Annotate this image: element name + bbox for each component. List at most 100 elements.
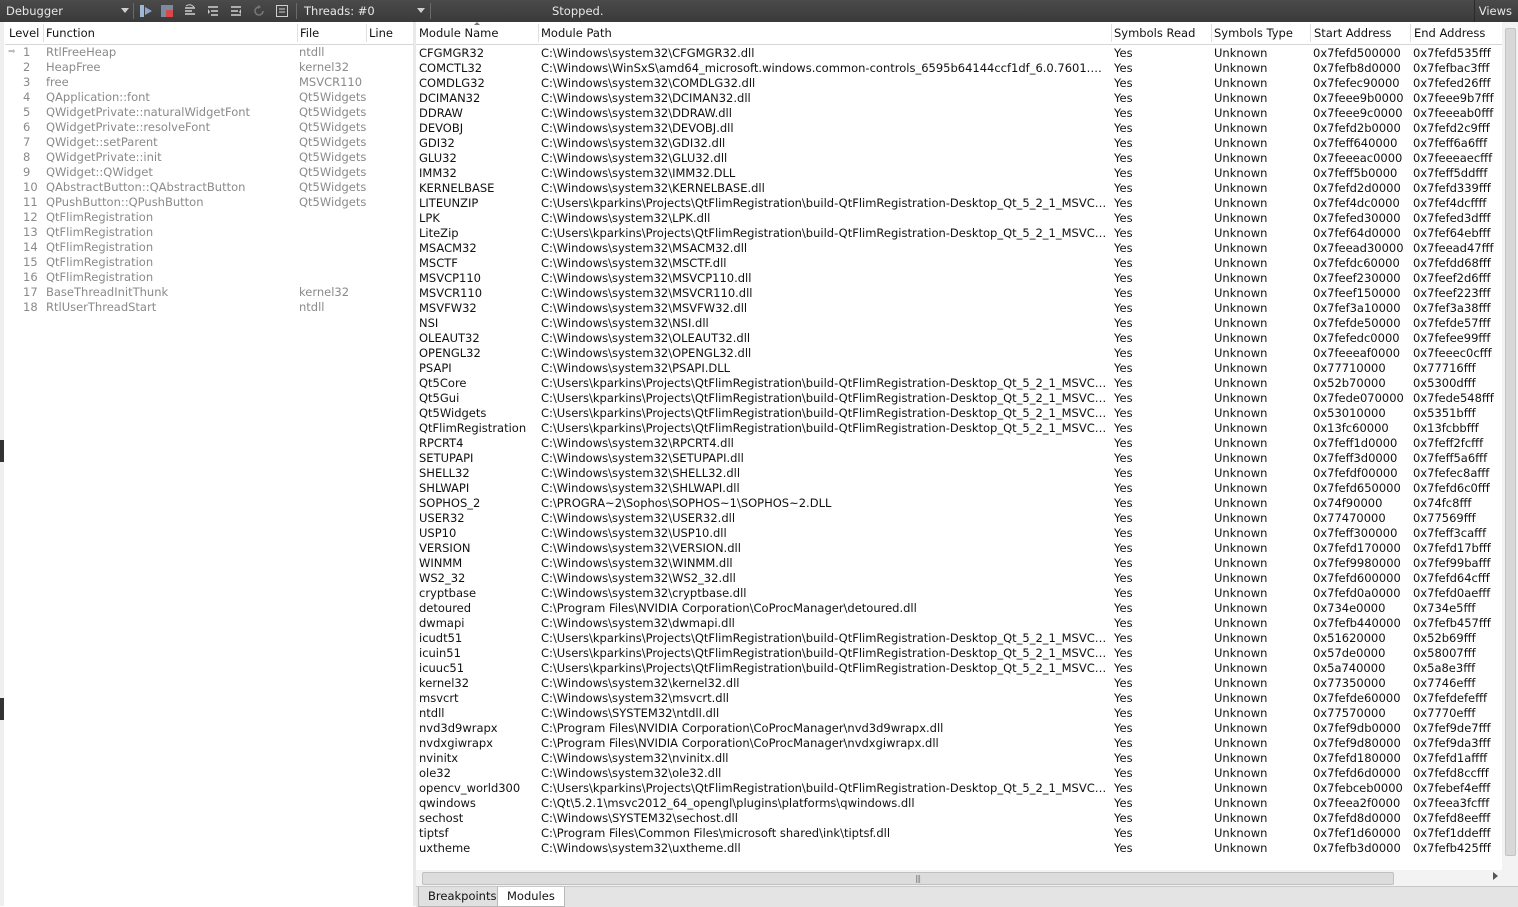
stack-frame-row[interactable]: 4 QApplication::font Qt5Widgets [5,90,413,105]
header-function[interactable]: Function [46,26,95,40]
module-row[interactable]: MSACM32 C:\Windows\system32\MSACM32.dll Ye… [416,241,1502,256]
module-row[interactable]: SOPHOS_2 C:\PROGRA~2\Sophos\SOPHOS~1\SOPH… [416,496,1502,511]
stack-frame-row[interactable]: 5 QWidgetPrivate::naturalWidgetFont Qt5Wid… [5,105,413,120]
module-row[interactable]: DEVOBJ C:\Windows\system32\DEVOBJ.dll Yes U… [416,121,1502,136]
reverse-direction-icon[interactable] [275,4,289,18]
stack-frame-row[interactable]: 7 QWidget::setParent Qt5Widgets [5,135,413,150]
module-row[interactable]: RPCRT4 C:\Windows\system32\RPCRT4.dll Yes U… [416,436,1502,451]
module-row[interactable]: nvinitx C:\Windows\system32\nvinitx.dll Ye… [416,751,1502,766]
header-line[interactable]: Line [369,26,393,40]
module-row[interactable]: USER32 C:\Windows\system32\USER32.dll Yes U… [416,511,1502,526]
module-row[interactable]: nvd3d9wrapx C:\Program Files\NVIDIA Corpo… [416,721,1502,736]
module-row[interactable]: QtFlimRegistration C:\Users\kparkins\Proj… [416,421,1502,436]
header-symbols-type[interactable]: Symbols Type [1214,26,1293,40]
stack-frame-row[interactable]: 11 QPushButton::QPushButton Qt5Widgets [5,195,413,210]
stack-frame-row[interactable]: 17 BaseThreadInitThunk kernel32 [5,285,413,300]
module-row[interactable]: GDI32 C:\Windows\system32\GDI32.dll Yes Unk… [416,136,1502,151]
horizontal-scroll-thumb[interactable]: ||| [422,872,1394,885]
module-row[interactable]: MSVCR110 C:\Windows\system32\MSVCR110.dll… [416,286,1502,301]
module-row[interactable]: WINMM C:\Windows\system32\WINMM.dll Yes Unk… [416,556,1502,571]
module-row[interactable]: SHELL32 C:\Windows\system32\SHELL32.dll Ye… [416,466,1502,481]
module-row[interactable]: ntdll C:\Windows\SYSTEM32\ntdll.dll Yes Unk… [416,706,1502,721]
module-row[interactable]: GLU32 C:\Windows\system32\GLU32.dll Yes Unk… [416,151,1502,166]
module-row[interactable]: icuin51 C:\Users\kparkins\Projects\QtFlim… [416,646,1502,661]
module-row[interactable]: COMCTL32 C:\Windows\WinSxS\amd64_microsof… [416,61,1502,76]
module-row[interactable]: Qt5Gui C:\Users\kparkins\Projects\QtFlimR… [416,391,1502,406]
module-row[interactable]: IMM32 C:\Windows\system32\IMM32.DLL Yes Unk… [416,166,1502,181]
tab-breakpoints[interactable]: Breakpoints [418,887,507,907]
module-row[interactable]: opencv_world300 C:\Users\kparkins\Project… [416,781,1502,796]
module-row[interactable]: WS2_32 C:\Windows\system32\WS2_32.dll Yes U… [416,571,1502,586]
vertical-scroll-thumb[interactable] [1505,28,1516,856]
module-row[interactable]: SETUPAPI C:\Windows\system32\SETUPAPI.dll… [416,451,1502,466]
module-row[interactable]: MSVFW32 C:\Windows\system32\MSVFW32.dll Ye… [416,301,1502,316]
module-row[interactable]: PSAPI C:\Windows\system32\PSAPI.DLL Yes Unk… [416,361,1502,376]
header-start-address[interactable]: Start Address [1314,26,1392,40]
module-row[interactable]: Qt5Widgets C:\Users\kparkins\Projects\QtF… [416,406,1502,421]
stack-frame-row[interactable]: 10 QAbstractButton::QAbstractButton Qt5Wid… [5,180,413,195]
stack-frame-row[interactable]: 14 QtFlimRegistration [5,240,413,255]
header-module-path[interactable]: Module Path [541,26,612,40]
stack-frame-row[interactable]: 13 QtFlimRegistration [5,225,413,240]
header-file[interactable]: File [300,26,319,40]
header-module-name[interactable]: Module Name [419,26,498,40]
module-row[interactable]: tiptsf C:\Program Files\Common Files\micr… [416,826,1502,841]
stack-frame-row[interactable]: 8 QWidgetPrivate::init Qt5Widgets [5,150,413,165]
module-row[interactable]: LiteZip C:\Users\kparkins\Projects\QtFlim… [416,226,1502,241]
stack-frame-row[interactable]: 9 QWidget::QWidget Qt5Widgets [5,165,413,180]
step-out-icon[interactable] [229,4,243,18]
vertical-scrollbar[interactable] [1502,22,1518,870]
module-row[interactable]: qwindows C:\Qt\5.2.1\msvc2012_64_opengl\p… [416,796,1502,811]
module-row[interactable]: VERSION C:\Windows\system32\VERSION.dll Ye… [416,541,1502,556]
module-row[interactable]: kernel32 C:\Windows\system32\kernel32.dll… [416,676,1502,691]
module-row[interactable]: LPK C:\Windows\system32\LPK.dll Yes Unknown… [416,211,1502,226]
module-row[interactable]: dwmapi C:\Windows\system32\dwmapi.dll Yes U… [416,616,1502,631]
debugger-view-combo[interactable]: Debugger [6,0,126,22]
module-row[interactable]: MSCTF C:\Windows\system32\MSCTF.dll Yes Unk… [416,256,1502,271]
module-row[interactable]: nvdxgiwrapx C:\Program Files\NVIDIA Corpo… [416,736,1502,751]
module-row[interactable]: MSVCP110 C:\Windows\system32\MSVCP110.dll… [416,271,1502,286]
module-row[interactable]: USP10 C:\Windows\system32\USP10.dll Yes Unk… [416,526,1502,541]
stack-frame-row[interactable]: 12 QtFlimRegistration [5,210,413,225]
restart-icon[interactable] [252,4,266,18]
module-row[interactable]: msvcrt C:\Windows\system32\msvcrt.dll Yes U… [416,691,1502,706]
scroll-right-arrow-icon[interactable] [1493,872,1498,880]
module-row[interactable]: sechost C:\Windows\SYSTEM32\sechost.dll Ye… [416,811,1502,826]
module-row[interactable]: CFGMGR32 C:\Windows\system32\CFGMGR32.dll… [416,46,1502,61]
chevron-down-icon[interactable] [121,8,129,13]
stop-debugging-icon[interactable] [160,4,174,18]
modules-view[interactable]: Module Name Module Path Symbols Read Sym… [416,22,1518,888]
step-over-icon[interactable] [183,4,197,18]
module-row[interactable]: icuuc51 C:\Users\kparkins\Projects\QtFlim… [416,661,1502,676]
module-row[interactable]: ole32 C:\Windows\system32\ole32.dll Yes Unk… [416,766,1502,781]
stack-frame-row[interactable]: ➡ 1 RtlFreeHeap ntdll [5,45,413,60]
stack-frame-row[interactable]: 16 QtFlimRegistration [5,270,413,285]
module-row[interactable]: uxtheme C:\Windows\system32\uxtheme.dll Ye… [416,841,1502,856]
stack-view[interactable]: Level Function File Line ➡ 1 RtlFreeHeap nt… [5,22,414,906]
module-row[interactable]: COMDLG32 C:\Windows\system32\COMDLG32.dll… [416,76,1502,91]
tab-modules[interactable]: Modules [497,887,565,907]
module-row[interactable]: OPENGL32 C:\Windows\system32\OPENGL32.dll… [416,346,1502,361]
stack-frame-row[interactable]: 2 HeapFree kernel32 [5,60,413,75]
module-row[interactable]: Qt5Core C:\Users\kparkins\Projects\QtFlim… [416,376,1502,391]
views-button[interactable]: Views [1479,0,1512,22]
module-row[interactable]: cryptbase C:\Windows\system32\cryptbase.d… [416,586,1502,601]
module-row[interactable]: DDRAW C:\Windows\system32\DDRAW.dll Yes Unk… [416,106,1502,121]
chevron-down-icon[interactable] [417,8,425,13]
module-row[interactable]: NSI C:\Windows\system32\NSI.dll Yes Unknown… [416,316,1502,331]
stack-frame-row[interactable]: 6 QWidgetPrivate::resolveFont Qt5Widgets [5,120,413,135]
horizontal-scrollbar[interactable]: ||| [416,870,1502,886]
threads-combo[interactable]: Threads: #0 [304,0,375,22]
module-row[interactable]: detoured C:\Program Files\NVIDIA Corporat… [416,601,1502,616]
header-symbols-read[interactable]: Symbols Read [1114,26,1195,40]
step-into-icon[interactable] [139,4,153,18]
header-end-address[interactable]: End Address [1414,26,1485,40]
header-level[interactable]: Level [9,26,39,40]
module-row[interactable]: OLEAUT32 C:\Windows\system32\OLEAUT32.dll… [416,331,1502,346]
stack-frame-row[interactable]: 15 QtFlimRegistration [5,255,413,270]
stack-frame-row[interactable]: 3 free MSVCR110 [5,75,413,90]
step-in-icon[interactable] [206,4,220,18]
module-row[interactable]: SHLWAPI C:\Windows\system32\SHLWAPI.dll Ye… [416,481,1502,496]
module-row[interactable]: KERNELBASE C:\Windows\system32\KERNELBASE… [416,181,1502,196]
module-row[interactable]: LITEUNZIP C:\Users\kparkins\Projects\QtFl… [416,196,1502,211]
